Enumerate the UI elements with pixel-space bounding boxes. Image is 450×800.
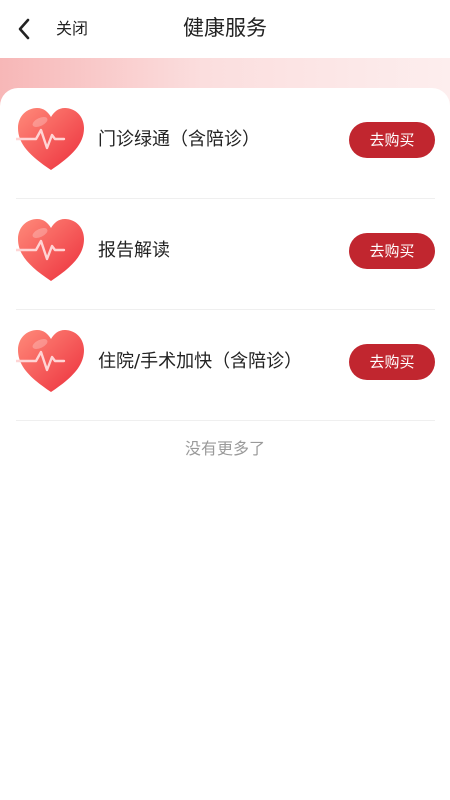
buy-button[interactable]: 去购买: [349, 122, 435, 158]
buy-button[interactable]: 去购买: [349, 233, 435, 269]
top-nav-bar: 关闭 健康服务: [0, 0, 450, 58]
service-name: 门诊绿通（含陪诊）: [98, 129, 260, 150]
service-name: 住院/手术加快（含陪诊）: [98, 351, 303, 372]
heart-pulse-icon: [16, 330, 84, 392]
chevron-left-icon: [18, 18, 30, 40]
service-item[interactable]: 住院/手术加快（含陪诊） 去购买: [16, 310, 435, 421]
list-end-text: 没有更多了: [184, 439, 265, 458]
heart-pulse-icon: [16, 219, 84, 281]
buy-button[interactable]: 去购买: [349, 344, 435, 380]
close-button[interactable]: 关闭: [56, 18, 88, 40]
heart-pulse-icon: [16, 108, 84, 170]
back-button[interactable]: [12, 16, 36, 42]
service-list: 门诊绿通（含陪诊） 去购买 报告解读 去购买 住院/手术加快（含陪诊） 去购买: [16, 88, 435, 421]
service-name: 报告解读: [98, 240, 170, 261]
service-item[interactable]: 报告解读 去购买: [16, 199, 435, 310]
service-item[interactable]: 门诊绿通（含陪诊） 去购买: [16, 88, 435, 199]
